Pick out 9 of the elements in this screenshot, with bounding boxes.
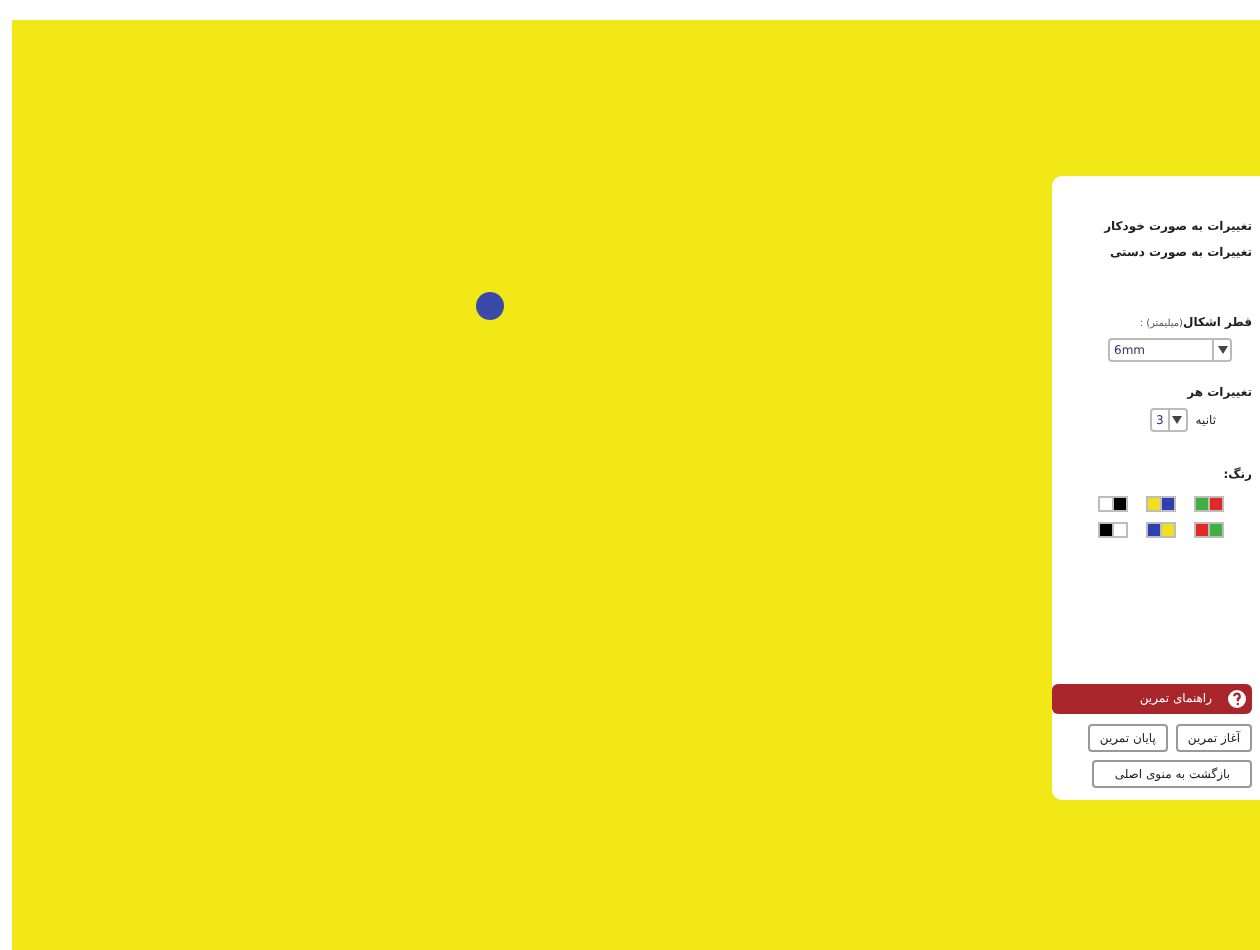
- color-swatch[interactable]: [1098, 522, 1128, 538]
- color-swatch[interactable]: [1146, 496, 1176, 512]
- caret-icon: [1217, 346, 1227, 354]
- color-swatch[interactable]: [1194, 496, 1224, 512]
- color-swatch[interactable]: [1194, 522, 1224, 538]
- help-icon: [1228, 690, 1246, 708]
- color-swatch[interactable]: [1146, 522, 1176, 538]
- caret-icon: [1172, 416, 1183, 424]
- color-swatch[interactable]: [1098, 496, 1128, 512]
